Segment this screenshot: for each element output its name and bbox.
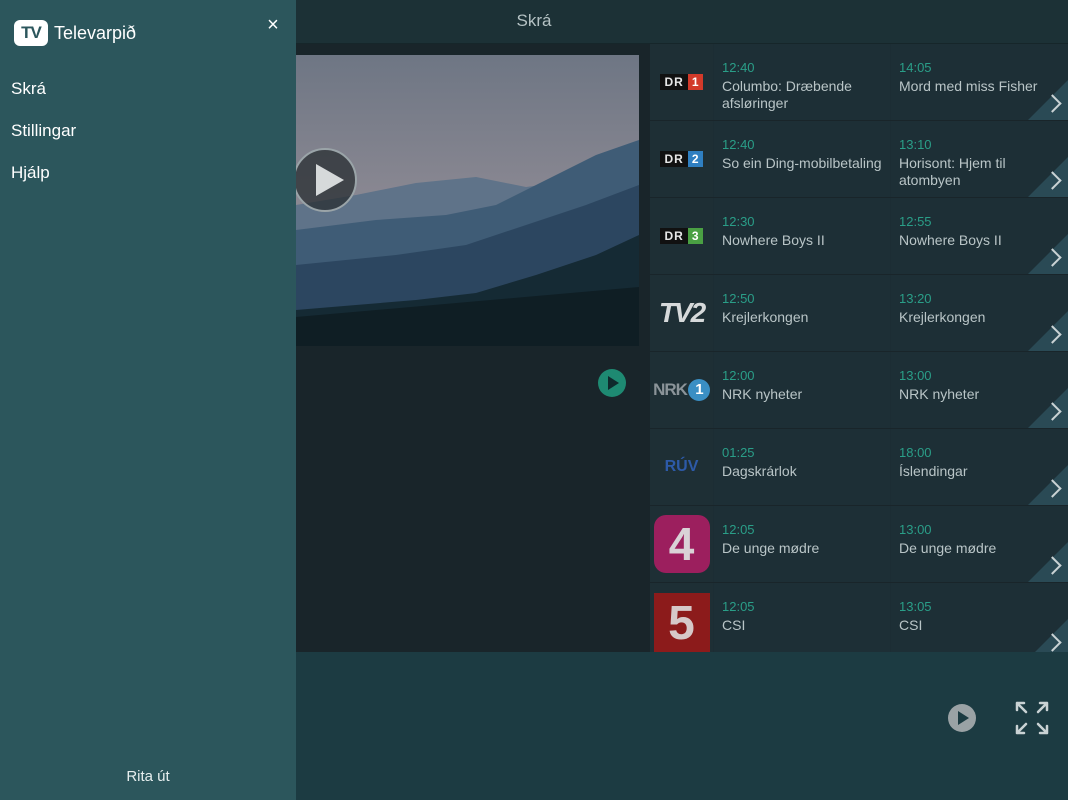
chevron-right-icon[interactable] xyxy=(1028,234,1068,274)
program-title: Nowhere Boys II xyxy=(722,232,825,248)
navigation-drawer: TV Televarpið × Skrá Stillingar Hjálp Ri… xyxy=(0,0,296,800)
brand-name: Televarpið xyxy=(54,22,137,43)
channel-logo: 5 xyxy=(650,583,713,652)
menu-item-stillingar[interactable]: Stillingar xyxy=(0,112,296,154)
channel-row[interactable]: 4 12:05 De unge mødre 13:00 De unge mødr… xyxy=(650,506,1068,582)
current-program[interactable]: 12:50 Krejlerkongen xyxy=(714,275,890,351)
channel-row[interactable]: TV2 12:50 Krejlerkongen 13:20 Krejlerkon… xyxy=(650,275,1068,351)
channel-logo: DR 2 xyxy=(650,121,713,197)
current-program[interactable]: 12:00 NRK nyheter xyxy=(714,352,890,428)
next-program[interactable]: 13:00 De unge mødre xyxy=(891,506,1068,582)
next-program[interactable]: 18:00 Íslendingar xyxy=(891,429,1068,505)
channel-logo: NRK 1 xyxy=(650,352,713,428)
current-program[interactable]: 12:05 De unge mødre xyxy=(714,506,890,582)
program-time: 13:10 xyxy=(899,137,932,152)
program-time: 12:30 xyxy=(722,214,755,229)
close-icon[interactable]: × xyxy=(262,14,284,36)
channel-row[interactable]: DR 2 12:40 So ein Ding-mobilbetaling 13:1… xyxy=(650,121,1068,197)
next-program[interactable]: 13:05 CSI xyxy=(891,583,1068,652)
menu-item-skra[interactable]: Skrá xyxy=(0,70,296,112)
channel-logo-text: RÚV xyxy=(664,458,699,475)
chevron-right-icon[interactable] xyxy=(1028,465,1068,505)
menu-item-hjalp[interactable]: Hjálp xyxy=(0,154,296,196)
brand-logo: TV Televarpið xyxy=(14,20,136,46)
program-title: De unge mødre xyxy=(722,540,820,556)
channel-logo-text: DR xyxy=(660,228,688,244)
channel-logo: DR 1 xyxy=(650,44,713,120)
channel-logo-number: 1 xyxy=(687,379,710,401)
chevron-right-icon[interactable] xyxy=(1028,619,1068,652)
channel-logo-text: 4 xyxy=(653,515,710,573)
play-button[interactable] xyxy=(948,704,976,732)
current-program[interactable]: 12:40 Columbo: Dræbende afsløringer xyxy=(714,44,890,120)
program-time: 12:40 xyxy=(722,137,755,152)
next-program[interactable]: 13:10 Horisont: Hjem til atombyen xyxy=(891,121,1068,197)
program-time: 12:05 xyxy=(722,599,755,614)
current-program[interactable]: 01:25 Dagskrárlok xyxy=(714,429,890,505)
tv-logo-icon: TV xyxy=(14,20,48,46)
program-title: Dagskrárlok xyxy=(722,463,797,479)
channel-logo-text: DR xyxy=(660,74,688,90)
chevron-right-icon[interactable] xyxy=(1028,80,1068,120)
program-time: 13:05 xyxy=(899,599,932,614)
fullscreen-icon[interactable] xyxy=(1014,700,1050,736)
channel-logo-number: 1 xyxy=(687,74,703,90)
logout-button[interactable]: Rita út xyxy=(0,768,296,785)
channel-logo-text: NRK xyxy=(653,380,688,399)
next-program[interactable]: 12:55 Nowhere Boys II xyxy=(891,198,1068,274)
chevron-right-icon[interactable] xyxy=(1028,157,1068,197)
channel-logo-text: 5 xyxy=(653,593,710,652)
program-time: 12:00 xyxy=(722,368,755,383)
program-time: 13:00 xyxy=(899,368,932,383)
program-title: Columbo: Dræbende afsløringer xyxy=(722,78,852,111)
program-time: 12:05 xyxy=(722,522,755,537)
program-time: 12:50 xyxy=(722,291,755,306)
channel-logo: RÚV xyxy=(650,429,713,505)
channel-guide: DR 1 12:40 Columbo: Dræbende afsløringer … xyxy=(650,44,1068,652)
play-icon[interactable] xyxy=(598,369,626,397)
channel-row[interactable]: 5 12:05 CSI 13:05 CSI xyxy=(650,583,1068,652)
program-title: CSI xyxy=(722,617,746,633)
program-time: 12:40 xyxy=(722,60,755,75)
chevron-right-icon[interactable] xyxy=(1028,542,1068,582)
channel-row[interactable]: DR 3 12:30 Nowhere Boys II 12:55 Nowhere … xyxy=(650,198,1068,274)
program-time: 18:00 xyxy=(899,445,932,460)
program-title: Krejlerkongen xyxy=(722,309,809,325)
channel-logo-text: DR xyxy=(660,151,688,167)
program-time: 13:00 xyxy=(899,522,932,537)
program-title: So ein Ding-mobilbetaling xyxy=(722,155,882,171)
next-program[interactable]: 13:20 Krejlerkongen xyxy=(891,275,1068,351)
channel-logo-number: 2 xyxy=(687,151,703,167)
drawer-menu: Skrá Stillingar Hjálp xyxy=(0,70,296,196)
next-program[interactable]: 13:00 NRK nyheter xyxy=(891,352,1068,428)
channel-logo: 4 xyxy=(650,506,713,582)
channel-logo: TV2 xyxy=(650,275,713,351)
program-time: 14:05 xyxy=(899,60,932,75)
chevron-right-icon[interactable] xyxy=(1028,388,1068,428)
current-program[interactable]: 12:40 So ein Ding-mobilbetaling xyxy=(714,121,890,197)
channel-row[interactable]: DR 1 12:40 Columbo: Dræbende afsløringer … xyxy=(650,44,1068,120)
play-video-button[interactable] xyxy=(293,148,357,212)
program-time: 12:55 xyxy=(899,214,932,229)
current-program[interactable]: 12:05 CSI xyxy=(714,583,890,652)
current-program[interactable]: 12:30 Nowhere Boys II xyxy=(714,198,890,274)
channel-row[interactable]: RÚV 01:25 Dagskrárlok 18:00 Íslendingar xyxy=(650,429,1068,505)
chevron-right-icon[interactable] xyxy=(1028,311,1068,351)
channel-logo-text: TV2 xyxy=(658,297,706,328)
channel-row[interactable]: NRK 1 12:00 NRK nyheter 13:00 NRK nyheter xyxy=(650,352,1068,428)
channel-logo: DR 3 xyxy=(650,198,713,274)
channel-logo-number: 3 xyxy=(687,228,703,244)
next-program[interactable]: 14:05 Mord med miss Fisher xyxy=(891,44,1068,120)
program-title: NRK nyheter xyxy=(722,386,803,402)
program-time: 13:20 xyxy=(899,291,932,306)
program-time: 01:25 xyxy=(722,445,755,460)
